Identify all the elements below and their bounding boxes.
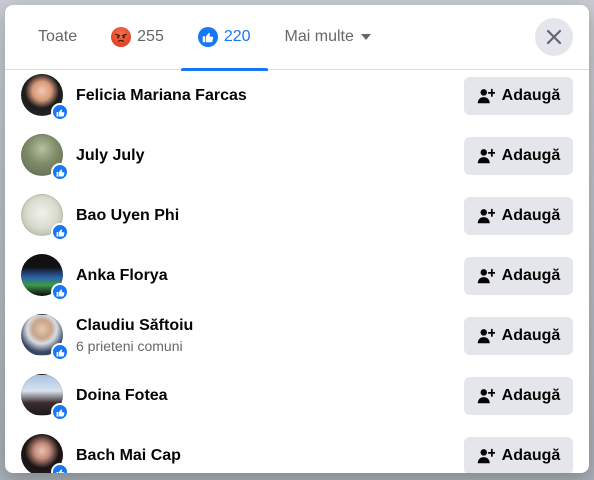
tab-more-label: Mai multe (284, 28, 354, 45)
add-friend-button[interactable]: Adaugă (464, 437, 573, 473)
caret-down-icon (360, 34, 371, 40)
like-badge-icon (51, 343, 69, 361)
like-badge-icon (51, 403, 69, 421)
tab-all-label: Toate (38, 28, 78, 45)
add-friend-icon (477, 88, 495, 104)
like-reaction-icon (197, 27, 218, 47)
add-friend-label: Adaugă (501, 447, 561, 464)
close-icon (546, 29, 562, 45)
avatar[interactable] (21, 74, 69, 121)
people-list: Felicia Mariana Farcas Adaugă July July … (5, 71, 589, 473)
avatar[interactable] (21, 194, 69, 241)
person-name[interactable]: Anka Florya (76, 267, 168, 285)
add-friend-label: Adaugă (501, 327, 561, 344)
person-name[interactable]: Doina Fotea (76, 387, 168, 405)
add-friend-button[interactable]: Adaugă (464, 317, 573, 355)
add-friend-button[interactable]: Adaugă (464, 77, 573, 115)
list-item: Claudiu Săftoiu 6 prieteni comuni Adaugă (5, 306, 589, 366)
mutual-friends[interactable]: 6 prieteni comuni (76, 338, 193, 354)
person-name[interactable]: Claudiu Săftoiu (76, 317, 193, 335)
tab-all[interactable]: Toate (21, 5, 94, 70)
list-item: Bao Uyen Phi Adaugă (5, 186, 589, 246)
reactions-dialog: Toate 255 220 Mai multe Felicia Mariana … (5, 5, 589, 473)
list-item: Felicia Mariana Farcas Adaugă (5, 66, 589, 126)
add-friend-button[interactable]: Adaugă (464, 137, 573, 175)
add-friend-icon (477, 388, 495, 404)
add-friend-icon (477, 148, 495, 164)
close-button[interactable] (535, 18, 573, 56)
tab-angry-count: 255 (137, 28, 164, 45)
avatar[interactable] (21, 434, 69, 473)
like-badge-icon (51, 163, 69, 181)
add-friend-label: Adaugă (501, 87, 561, 104)
like-badge-icon (51, 463, 69, 473)
tab-like[interactable]: 220 (180, 5, 268, 71)
list-item: Anka Florya Adaugă (5, 246, 589, 306)
angry-reaction-icon (111, 27, 132, 47)
avatar[interactable] (21, 254, 69, 301)
add-friend-button[interactable]: Adaugă (464, 257, 573, 295)
like-badge-icon (51, 103, 69, 121)
reaction-tabs: Toate 255 220 Mai multe (5, 5, 589, 71)
tab-angry[interactable]: 255 (94, 5, 181, 70)
add-friend-label: Adaugă (501, 387, 561, 404)
add-friend-button[interactable]: Adaugă (464, 377, 573, 415)
person-name[interactable]: Felicia Mariana Farcas (76, 87, 247, 105)
add-friend-label: Adaugă (501, 207, 561, 224)
avatar[interactable] (21, 134, 69, 181)
list-item: Bach Mai Cap Adaugă (5, 426, 589, 473)
list-item: Doina Fotea Adaugă (5, 366, 589, 426)
like-badge-icon (51, 283, 69, 301)
person-name[interactable]: July July (76, 147, 144, 165)
add-friend-icon (477, 208, 495, 224)
add-friend-label: Adaugă (501, 147, 561, 164)
avatar[interactable] (21, 314, 69, 361)
like-badge-icon (51, 223, 69, 241)
person-name[interactable]: Bao Uyen Phi (76, 207, 179, 225)
person-name[interactable]: Bach Mai Cap (76, 447, 181, 465)
tab-like-count: 220 (223, 28, 251, 45)
add-friend-icon (477, 268, 495, 284)
add-friend-button[interactable]: Adaugă (464, 197, 573, 235)
add-friend-icon (477, 448, 495, 464)
avatar[interactable] (21, 374, 69, 421)
add-friend-label: Adaugă (501, 267, 561, 284)
tab-more[interactable]: Mai multe (268, 5, 388, 70)
list-item: July July Adaugă (5, 126, 589, 186)
add-friend-icon (477, 328, 495, 344)
